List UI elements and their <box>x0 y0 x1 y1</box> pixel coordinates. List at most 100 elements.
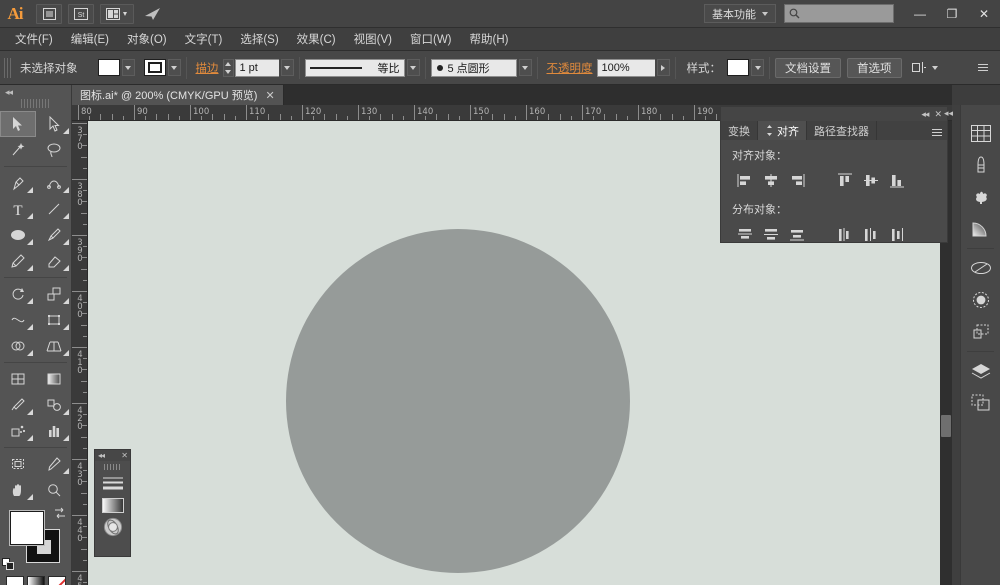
brushes-panel-icon[interactable] <box>961 149 1000 181</box>
tool-artboard[interactable] <box>0 451 36 477</box>
distribute-left-edges-button[interactable] <box>832 223 858 245</box>
tool-hand[interactable] <box>0 477 36 503</box>
scrollbar-thumb[interactable] <box>941 415 951 437</box>
menu-item-view[interactable]: 视图(V) <box>345 28 401 50</box>
stroke-link[interactable]: 描边 <box>192 60 223 76</box>
close-icon[interactable]: ✕ <box>934 109 941 120</box>
style-control[interactable] <box>727 59 764 76</box>
fill-dropdown-icon[interactable] <box>121 59 135 76</box>
tool-line-segment[interactable] <box>36 196 72 222</box>
tool-free-transform[interactable] <box>36 307 72 333</box>
color-panel-icon[interactable] <box>961 117 1000 149</box>
none-swatch-button[interactable] <box>47 576 66 585</box>
layers-panel-icon[interactable] <box>961 355 1000 387</box>
stroke-weight-dropdown-icon[interactable] <box>280 59 294 76</box>
default-fill-stroke-icon[interactable] <box>2 558 15 571</box>
workspace-switcher[interactable]: 基本功能 <box>704 4 776 23</box>
share-icon[interactable] <box>140 4 166 24</box>
tool-zoom[interactable] <box>36 477 72 503</box>
gradient-swatch-button[interactable] <box>26 576 45 585</box>
tool-pen[interactable] <box>0 170 36 196</box>
tool-eyedropper[interactable] <box>0 392 36 418</box>
tool-shape-builder[interactable] <box>0 333 36 359</box>
transparency-panel-icon[interactable] <box>961 284 1000 316</box>
control-bar-menu-button[interactable] <box>974 60 988 76</box>
document-setup-button[interactable]: 文档设置 <box>775 57 841 78</box>
tab-transform[interactable]: 变换 <box>721 121 758 140</box>
distribute-bottom-edges-button[interactable] <box>784 223 810 245</box>
align-to-dropdown[interactable] <box>911 59 942 76</box>
right-dock-collapse-icon[interactable]: ◂◂ <box>944 108 953 119</box>
stroke-swatch[interactable] <box>143 59 166 76</box>
menu-item-select[interactable]: 选择(S) <box>231 28 287 50</box>
stroke-dropdown-icon[interactable] <box>167 59 181 76</box>
artboards-panel-icon[interactable] <box>961 387 1000 419</box>
stroke-panel-icon[interactable] <box>961 252 1000 284</box>
tool-blend[interactable] <box>36 392 72 418</box>
opacity-link[interactable]: 不透明度 <box>543 60 597 76</box>
preferences-button[interactable]: 首选项 <box>847 57 902 78</box>
collapse-icon[interactable]: ◂◂ <box>98 451 105 460</box>
tool-width[interactable] <box>0 307 36 333</box>
menu-item-effect[interactable]: 效果(C) <box>288 28 345 50</box>
mini-panel-grip[interactable] <box>104 464 121 470</box>
gradient-panel-icon[interactable] <box>961 213 1000 245</box>
align-vertical-center-button[interactable] <box>858 169 884 191</box>
toolbox-grip[interactable] <box>20 99 51 108</box>
fill-swatch[interactable] <box>97 59 120 76</box>
menu-item-file[interactable]: 文件(F) <box>6 28 62 50</box>
stroke-weight-value[interactable]: 1 pt <box>234 58 279 77</box>
stroke-weight-stepper[interactable] <box>222 58 234 77</box>
align-horizontal-center-button[interactable] <box>758 169 784 191</box>
style-dropdown-icon[interactable] <box>751 59 764 76</box>
stroke-profile-dropdown-icon[interactable] <box>406 59 420 76</box>
collapse-icon[interactable]: ◂◂ <box>921 109 929 120</box>
align-right-edges-button[interactable] <box>784 169 810 191</box>
menu-item-type[interactable]: 文字(T) <box>176 28 232 50</box>
opacity-value[interactable]: 100% <box>596 58 655 77</box>
color-swatch-button[interactable] <box>5 576 24 585</box>
three-d-sphere-icon[interactable] <box>95 516 130 538</box>
menu-item-object[interactable]: 对象(O) <box>118 28 176 50</box>
tab-pathfinder[interactable]: 路径查找器 <box>807 121 877 140</box>
align-top-edges-button[interactable] <box>832 169 858 191</box>
stock-icon[interactable]: St <box>68 3 94 24</box>
tool-pencil[interactable] <box>0 248 36 274</box>
menu-item-help[interactable]: 帮助(H) <box>461 28 518 50</box>
arrange-documents-icon[interactable] <box>100 3 134 24</box>
fill-color-swatch[interactable] <box>9 510 45 546</box>
stroke-weight-lines-icon[interactable] <box>95 472 130 494</box>
vertical-ruler[interactable]: 370 380 390 400 410 420 430 440 450 <box>72 121 88 585</box>
close-icon[interactable]: ✕ <box>265 89 274 102</box>
tool-selection[interactable] <box>0 111 36 137</box>
maximize-button[interactable]: ❐ <box>936 1 968 27</box>
tool-scale[interactable] <box>36 281 72 307</box>
tool-direct-selection[interactable] <box>36 111 72 137</box>
tool-slice[interactable] <box>36 451 72 477</box>
toolbox-collapse-button[interactable]: ◂◂ <box>0 85 71 99</box>
gradient-swatch-icon[interactable] <box>95 494 130 516</box>
distribute-right-edges-button[interactable] <box>884 223 910 245</box>
style-swatch[interactable] <box>727 59 749 76</box>
transform-panel-icon[interactable] <box>961 316 1000 348</box>
brush-definition-combo[interactable]: 5 点圆形 <box>430 58 532 77</box>
minimize-button[interactable]: — <box>904 1 936 27</box>
distribute-vertical-center-button[interactable] <box>758 223 784 245</box>
tool-magic-wand[interactable] <box>0 137 36 163</box>
close-icon[interactable]: ✕ <box>121 451 128 460</box>
swap-fill-stroke-icon[interactable] <box>53 507 67 522</box>
fill-control[interactable] <box>97 59 135 76</box>
ellipse-shape[interactable] <box>286 229 630 573</box>
tool-ellipse[interactable] <box>0 222 36 248</box>
tool-rotate[interactable] <box>0 281 36 307</box>
control-bar-grip[interactable] <box>4 57 11 78</box>
distribute-horizontal-center-button[interactable] <box>858 223 884 245</box>
tool-type[interactable]: T <box>0 196 36 222</box>
align-panel-menu-button[interactable] <box>928 124 942 140</box>
tool-perspective-grid[interactable] <box>36 333 72 359</box>
tool-symbol-sprayer[interactable] <box>0 418 36 444</box>
tool-lasso[interactable] <box>36 137 72 163</box>
tab-align[interactable]: 对齐 <box>758 121 807 140</box>
stroke-weight-combo[interactable]: 1 pt <box>234 58 294 77</box>
opacity-combo[interactable]: 100% <box>596 58 670 77</box>
